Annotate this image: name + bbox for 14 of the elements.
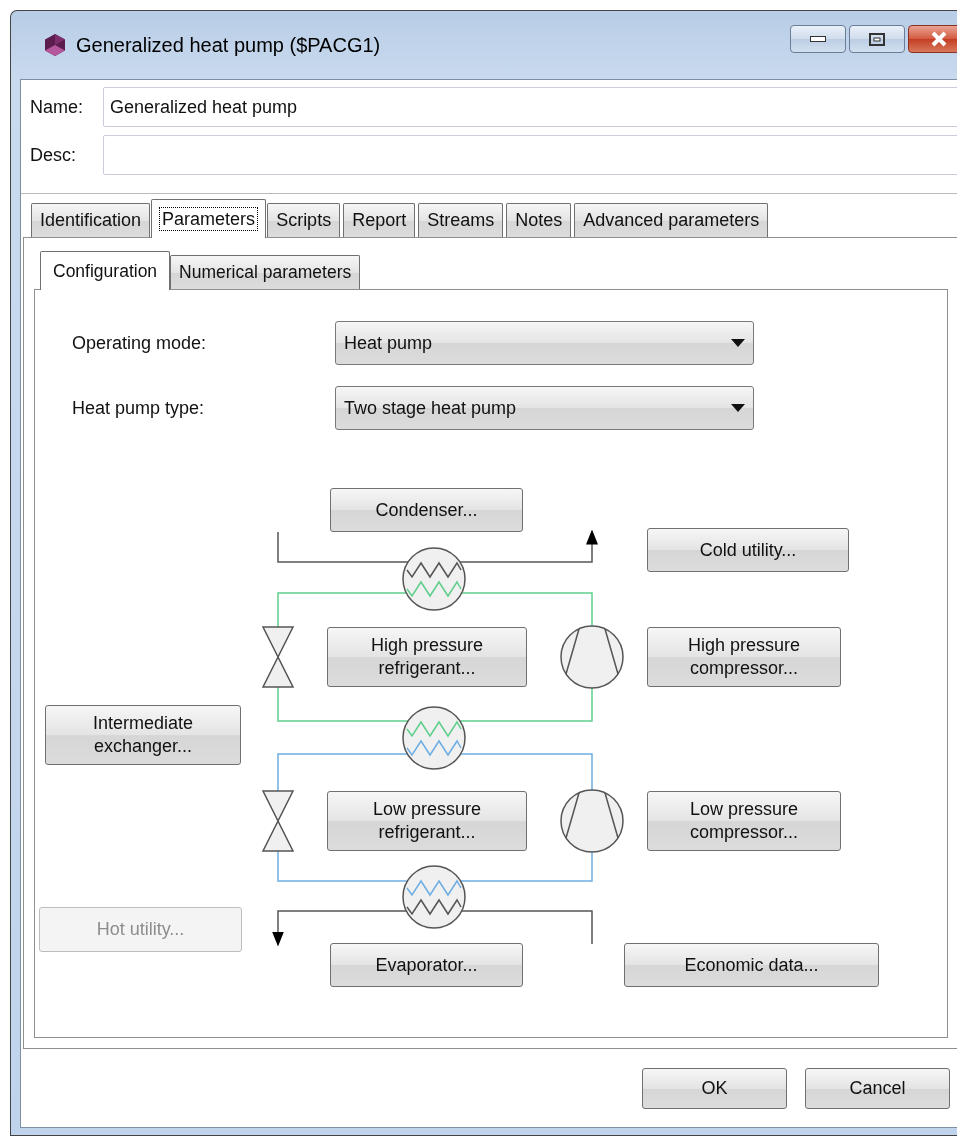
close-button[interactable] bbox=[908, 25, 957, 53]
maximize-button[interactable] bbox=[849, 25, 905, 53]
description-field[interactable] bbox=[103, 135, 957, 175]
setting-label: Heat pump type: bbox=[72, 397, 206, 419]
window-title: Generalized heat pump ($PACG1) bbox=[76, 33, 381, 57]
minimize-button[interactable] bbox=[790, 25, 846, 53]
maximize-icon bbox=[869, 32, 885, 46]
minimize-icon bbox=[810, 36, 826, 42]
field-label: Name: bbox=[30, 96, 84, 118]
setting-label: Operating mode: bbox=[72, 332, 208, 354]
cube-icon bbox=[44, 33, 66, 57]
name-field[interactable]: Generalized heat pump bbox=[103, 87, 957, 127]
close-icon bbox=[930, 31, 948, 47]
field-label: Desc: bbox=[30, 144, 77, 166]
